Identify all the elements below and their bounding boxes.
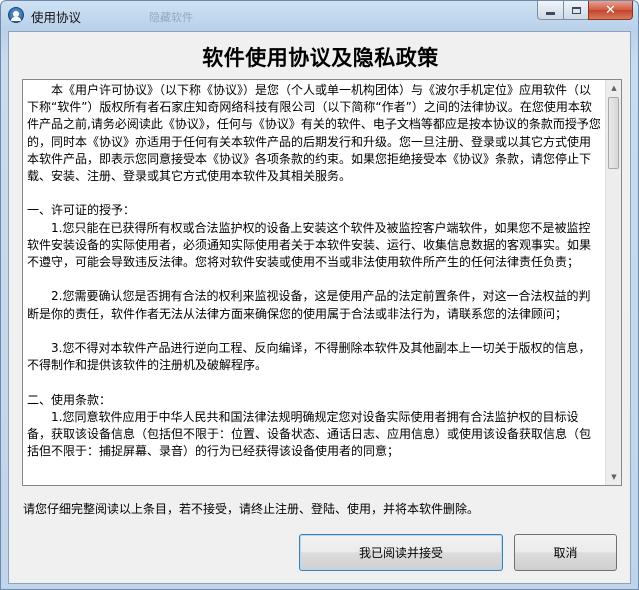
- maximize-button[interactable]: [563, 1, 589, 20]
- agreement-paragraph: 一、许可证的授予：: [27, 203, 136, 218]
- title-bar[interactable]: 使用协议 隐藏软件 ✕: [1, 1, 638, 31]
- arrow-up-icon: ▲: [611, 84, 617, 92]
- agreement-text[interactable]: 本《用户许可协议》（以下称《协议》）是您（个人或单一机构团体）与《波尔手机定位》…: [27, 82, 602, 483]
- agreement-paragraph: 1.您只能在已获得所有权或合法监护权的设备上安装这个软件及被监控客户端软件，如果…: [27, 220, 592, 270]
- agreement-paragraph: 本《用户许可协议》（以下称《协议》）是您（个人或单一机构团体）与《波尔手机定位》…: [27, 83, 601, 184]
- window-title: 使用协议: [31, 10, 82, 25]
- agreement-paragraph: 二、使用条款：: [27, 392, 112, 407]
- user-avatar-icon: [8, 7, 24, 23]
- agreement-paragraph: 2.您需要确认您是否拥有合法的权利来监视设备，这是使用产品的法定前置条件，对这一…: [27, 289, 591, 321]
- agreement-paragraph: 1.您同意软件应用于中华人民共和国法律法规明确规定您对设备实际使用者拥有合法监护…: [27, 409, 592, 459]
- background-window-title: 隐藏软件: [149, 11, 193, 24]
- maximize-icon: [571, 6, 581, 14]
- scroll-down-button[interactable]: ▼: [606, 469, 622, 485]
- scrollbar-thumb[interactable]: [608, 97, 619, 169]
- scroll-up-button[interactable]: ▲: [606, 80, 622, 96]
- minimize-button[interactable]: [537, 1, 564, 20]
- arrow-down-icon: ▼: [611, 473, 617, 481]
- vertical-scrollbar[interactable]: ▲ ▼: [605, 80, 621, 485]
- agreement-paragraph: 3.您不得对本软件产品进行逆向工程、反向编译，不得删除本软件及其他副本上一切关于…: [27, 341, 591, 373]
- minimize-icon: [546, 11, 555, 15]
- close-button[interactable]: ✕: [588, 1, 633, 20]
- notice-text: 请您仔细完整阅读以上条目，若不接受，请终止注册、登陆、使用，并将本软件删除。: [23, 502, 480, 516]
- close-icon: ✕: [605, 2, 616, 18]
- accept-button[interactable]: 我已阅读并接受: [299, 534, 503, 571]
- cancel-button[interactable]: 取消: [514, 534, 617, 571]
- dialog-body: 软件使用协议及隐私政策 本《用户许可协议》（以下称《协议》）是您（个人或单一机构…: [8, 31, 631, 584]
- agreement-textbox[interactable]: 本《用户许可协议》（以下称《协议》）是您（个人或单一机构团体）与《波尔手机定位》…: [22, 79, 622, 486]
- dialog-window: 使用协议 隐藏软件 ✕ 软件使用协议及隐私政策 本《用户许可协议》（以下称《协议…: [0, 0, 639, 590]
- page-title: 软件使用协议及隐私政策: [202, 46, 439, 70]
